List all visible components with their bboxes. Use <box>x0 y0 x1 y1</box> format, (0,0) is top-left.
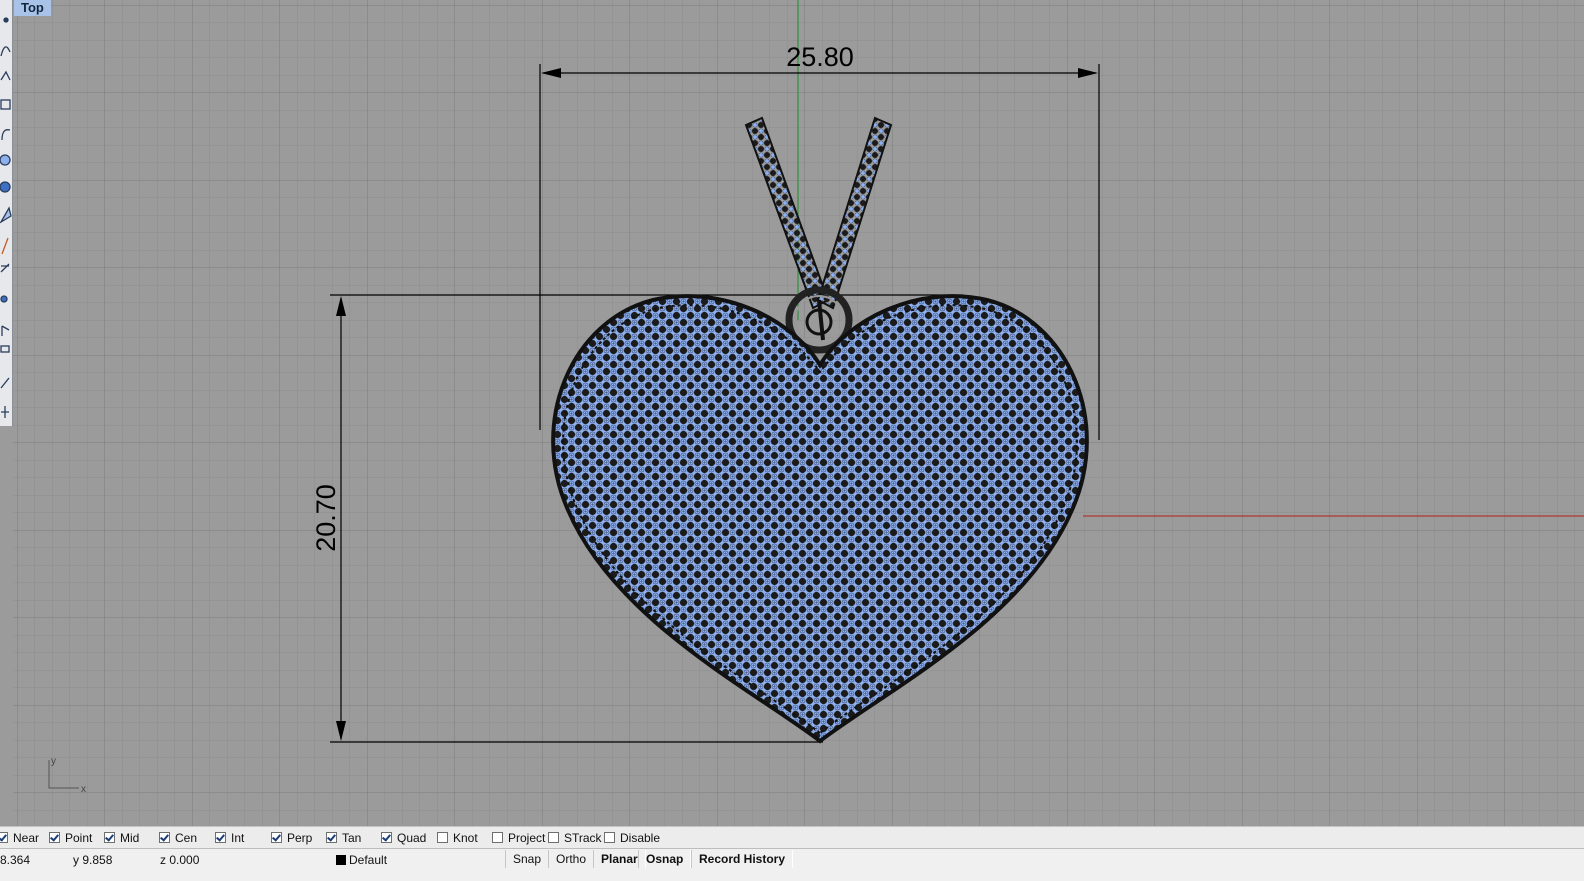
osnap-knot-checkbox[interactable] <box>437 832 448 843</box>
polyline-icon[interactable] <box>0 70 11 81</box>
osnap-cen-label: Cen <box>175 830 198 845</box>
osnap-disable-label: Disable <box>620 830 661 845</box>
osnap-cen-checkbox[interactable] <box>159 832 170 843</box>
osnap-project-checkbox[interactable] <box>492 832 503 843</box>
viewport-title-tab[interactable]: Top <box>14 0 51 16</box>
osnap-bar: Near Point Mid Cen Int Perp Tan Quad Kno… <box>0 826 1584 848</box>
more-icon[interactable] <box>1 406 9 418</box>
osnap-strack-label: STrack <box>564 830 602 845</box>
osnap-perp-label: Perp <box>287 830 313 845</box>
osnap-int-checkbox[interactable] <box>215 832 226 843</box>
osnap-near[interactable]: Near <box>0 830 39 845</box>
layer-indicator[interactable]: Default <box>336 853 387 867</box>
osnap-knot-label: Knot <box>453 830 478 845</box>
osnap-int[interactable]: Int <box>215 830 244 845</box>
osnap-strack[interactable]: STrack <box>548 830 602 845</box>
osnap-tan-label: Tan <box>342 830 362 845</box>
osnap-quad-checkbox[interactable] <box>381 832 392 843</box>
osnap-perp-checkbox[interactable] <box>271 832 282 843</box>
osnap-project-label: Project <box>508 830 546 845</box>
record-history-pane[interactable]: Record History <box>691 850 794 868</box>
vertical-dimension-text[interactable]: 20.70 <box>311 484 341 552</box>
top-viewport[interactable]: 25.80 20.70 y x <box>13 0 1584 826</box>
dimension-icon[interactable] <box>0 263 10 273</box>
ortho-pane[interactable]: Ortho <box>548 850 595 868</box>
point-icon[interactable] <box>3 17 9 23</box>
axis-gizmo-x-label: x <box>81 784 86 795</box>
osnap-point[interactable]: Point <box>49 830 92 845</box>
osnap-disable-checkbox[interactable] <box>604 832 615 843</box>
axis-gizmo-y-label: y <box>51 756 56 767</box>
annotate-icon[interactable] <box>0 345 10 353</box>
osnap-mid-label: Mid <box>120 830 140 845</box>
analyze-icon[interactable] <box>0 377 10 389</box>
surface-icon[interactable] <box>0 206 12 224</box>
osnap-tan-checkbox[interactable] <box>326 832 337 843</box>
layer-name: Default <box>349 853 388 867</box>
sphere-icon[interactable] <box>0 154 11 166</box>
mesh-icon[interactable] <box>0 295 8 303</box>
osnap-disable[interactable]: Disable <box>604 830 660 845</box>
osnap-strack-checkbox[interactable] <box>548 832 559 843</box>
render-icon[interactable] <box>1 325 10 336</box>
transform-icon[interactable] <box>1 237 9 255</box>
command-toolbar <box>0 0 13 426</box>
osnap-mid-checkbox[interactable] <box>104 832 115 843</box>
osnap-project[interactable]: Project <box>492 830 545 845</box>
osnap-int-label: Int <box>231 830 245 845</box>
osnap-perp[interactable]: Perp <box>271 830 312 845</box>
osnap-knot[interactable]: Knot <box>437 830 478 845</box>
osnap-point-label: Point <box>65 830 93 845</box>
osnap-near-label: Near <box>13 830 40 845</box>
arc-icon[interactable] <box>1 129 11 141</box>
osnap-mid[interactable]: Mid <box>104 830 139 845</box>
osnap-quad[interactable]: Quad <box>381 830 426 845</box>
osnap-point-checkbox[interactable] <box>49 832 60 843</box>
status-bar: 8.364 y 9.858 z 0.000 Default Snap Ortho… <box>0 848 1584 881</box>
curve-icon[interactable] <box>0 46 11 57</box>
osnap-cen[interactable]: Cen <box>159 830 197 845</box>
snap-pane[interactable]: Snap <box>505 850 550 868</box>
osnap-quad-label: Quad <box>397 830 427 845</box>
horizontal-dimension-text[interactable]: 25.80 <box>786 42 854 72</box>
viewport-canvas[interactable]: 25.80 20.70 y x <box>13 0 1584 826</box>
coord-y: y 9.858 <box>73 853 113 867</box>
layer-color-swatch <box>336 855 346 865</box>
rectangle-icon[interactable] <box>0 99 11 110</box>
coord-z: z 0.000 <box>160 853 200 867</box>
coord-x: 8.364 <box>0 853 31 867</box>
osnap-near-checkbox[interactable] <box>0 832 8 843</box>
solid-icon[interactable] <box>0 181 11 193</box>
osnap-tan[interactable]: Tan <box>326 830 361 845</box>
toolbar-icons <box>0 17 12 418</box>
osnap-pane[interactable]: Osnap <box>638 850 692 868</box>
